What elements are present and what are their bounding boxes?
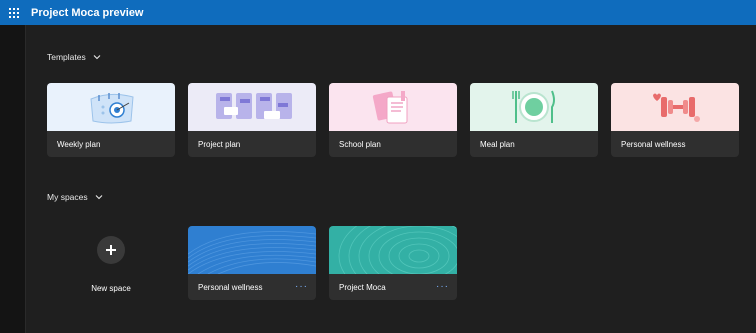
app-launcher-icon[interactable]: [0, 0, 28, 25]
template-label: Project plan: [198, 140, 241, 149]
template-card-weekly-plan[interactable]: Weekly plan: [47, 83, 175, 157]
template-label: School plan: [339, 140, 381, 149]
space-card-personal-wellness[interactable]: Personal wellness ···: [188, 226, 316, 300]
personal-wellness-thumbnail: [611, 83, 739, 131]
new-space-button[interactable]: New space: [47, 226, 175, 300]
school-plan-thumbnail: [329, 83, 457, 131]
template-card-project-plan[interactable]: Project plan: [188, 83, 316, 157]
calendar-target-icon: [90, 93, 134, 124]
my-spaces-heading[interactable]: My spaces: [47, 192, 104, 202]
template-label: Meal plan: [480, 140, 515, 149]
timeline-board-icon: [216, 93, 292, 119]
template-card-personal-wellness[interactable]: Personal wellness: [611, 83, 739, 157]
dumbbell-icon: [653, 93, 700, 122]
left-rail: [0, 25, 26, 333]
space-cover-image: [329, 226, 457, 274]
meal-plan-thumbnail: [470, 83, 598, 131]
plus-icon: [97, 236, 125, 264]
weekly-plan-thumbnail: [47, 83, 175, 131]
chevron-down-icon: [95, 195, 103, 200]
template-card-meal-plan[interactable]: Meal plan: [470, 83, 598, 157]
top-bar: Project Moca preview: [0, 0, 756, 25]
template-label: Personal wellness: [621, 140, 686, 149]
my-spaces-heading-label: My spaces: [47, 192, 88, 202]
app-title: Project Moca preview: [31, 6, 144, 19]
new-space-label: New space: [91, 284, 131, 293]
space-cover-image: [188, 226, 316, 274]
space-label: Personal wellness: [198, 283, 263, 292]
template-card-school-plan[interactable]: School plan: [329, 83, 457, 157]
chevron-down-icon: [93, 55, 101, 60]
documents-icon: [372, 91, 408, 124]
more-options-icon[interactable]: ···: [295, 281, 308, 292]
space-card-project-moca[interactable]: Project Moca ···: [329, 226, 457, 300]
plate-cutlery-icon: [512, 90, 555, 123]
template-label: Weekly plan: [57, 140, 101, 149]
templates-heading[interactable]: Templates: [47, 52, 102, 62]
project-plan-thumbnail: [188, 83, 316, 131]
space-label: Project Moca: [339, 283, 386, 292]
more-options-icon[interactable]: ···: [436, 281, 449, 292]
templates-heading-label: Templates: [47, 52, 86, 62]
